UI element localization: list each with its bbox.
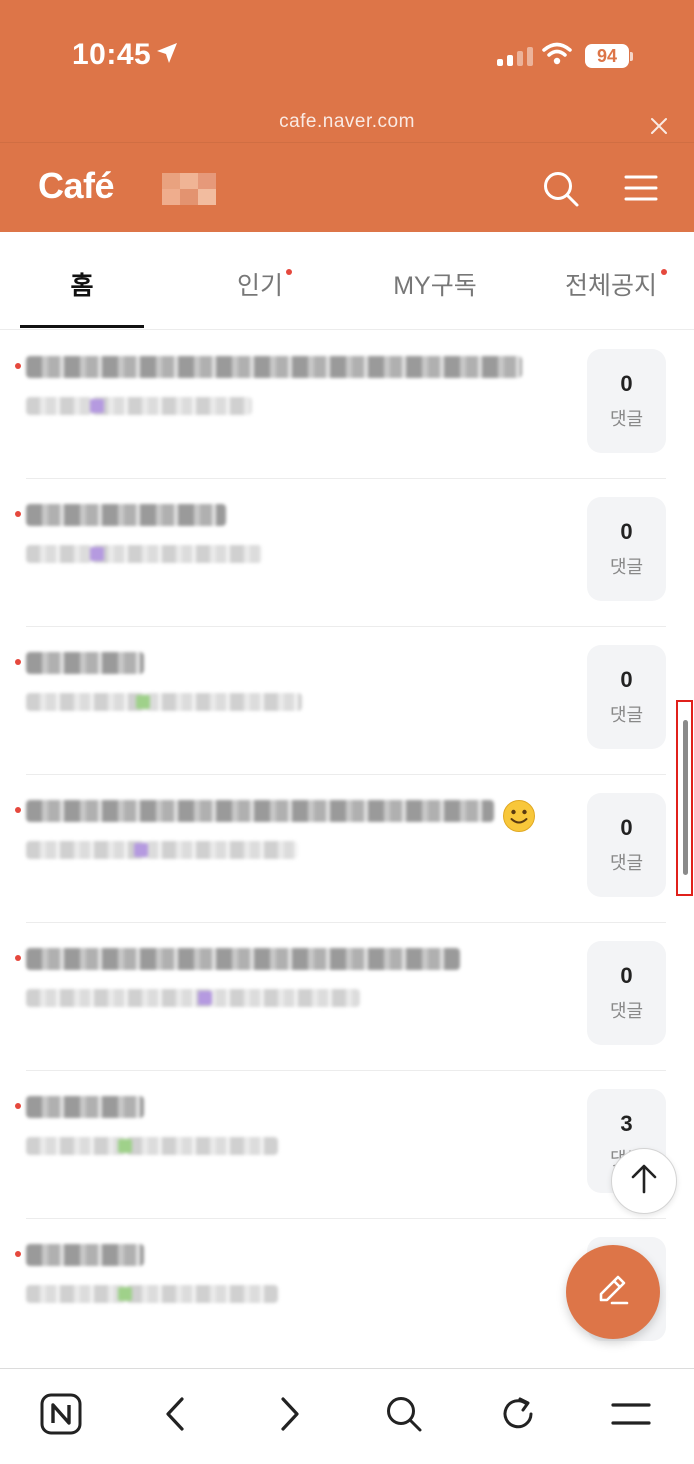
post-meta-blurred — [26, 841, 298, 859]
new-post-dot — [15, 511, 21, 517]
browser-url-bar[interactable]: cafe.naver.com — [0, 104, 694, 142]
signal-icon — [497, 47, 533, 66]
chevron-left-icon[interactable] — [152, 1391, 198, 1437]
tab-popular[interactable]: 인기 — [200, 232, 320, 330]
comment-count-badge[interactable]: 0 댓글 — [587, 645, 666, 749]
battery-tip — [630, 52, 633, 61]
post-title-blurred — [26, 1244, 144, 1266]
smile-icon — [502, 799, 536, 838]
battery-indicator: 94 — [585, 44, 629, 68]
post-title-blurred — [26, 356, 522, 378]
cafe-name-blurred[interactable] — [162, 173, 216, 205]
write-post-button[interactable] — [566, 1245, 660, 1339]
scrollbar-highlight — [676, 700, 693, 896]
tab-all-notices[interactable]: 전체공지 — [556, 232, 667, 330]
new-post-dot — [15, 363, 21, 369]
list-item[interactable]: 3 댓글 — [0, 1071, 694, 1219]
post-title-blurred — [26, 1096, 144, 1118]
hamburger-menu-icon[interactable] — [608, 1391, 654, 1437]
list-item[interactable]: 0 댓글 — [0, 923, 694, 1071]
new-post-dot — [15, 1251, 21, 1257]
refresh-icon[interactable] — [495, 1391, 541, 1437]
list-item[interactable]: 0 댓글 — [0, 775, 694, 923]
new-post-dot — [15, 955, 21, 961]
app-header: Café — [0, 142, 694, 232]
arrow-up-icon — [630, 1164, 658, 1199]
scroll-to-top-button[interactable] — [611, 1148, 677, 1214]
post-feed[interactable]: 0 댓글 0 댓글 0 댓글 0 댓글 0 댓글 3 — [0, 331, 694, 1368]
post-title-blurred — [26, 800, 494, 822]
post-meta-blurred — [26, 397, 252, 415]
new-post-dot — [15, 807, 21, 813]
post-meta-blurred — [26, 545, 262, 563]
tab-my-subscription[interactable]: MY구독 — [370, 232, 500, 330]
new-post-dot — [15, 1103, 21, 1109]
tab-home[interactable]: 홈 — [20, 232, 144, 330]
comment-count-badge[interactable]: 0 댓글 — [587, 349, 666, 453]
post-meta-blurred — [26, 1285, 278, 1303]
pencil-icon — [593, 1270, 633, 1315]
active-tab-indicator — [20, 325, 144, 328]
comment-count-badge[interactable]: 0 댓글 — [587, 793, 666, 897]
wifi-icon — [542, 42, 572, 71]
list-item[interactable]: 0 댓글 — [0, 479, 694, 627]
cafe-logo[interactable]: Café — [38, 165, 115, 207]
post-title-blurred — [26, 504, 226, 526]
url-text: cafe.naver.com — [279, 111, 415, 132]
status-time: 10:45 — [72, 38, 152, 71]
post-title-blurred — [26, 652, 144, 674]
status-bar: 10:45 94 — [0, 0, 694, 104]
naver-n-icon[interactable] — [38, 1391, 84, 1437]
new-indicator-dot — [661, 269, 667, 275]
comment-count-badge[interactable]: 0 댓글 — [587, 497, 666, 601]
post-meta-blurred — [26, 693, 302, 711]
post-title-blurred — [26, 948, 460, 970]
hamburger-menu-icon[interactable] — [624, 174, 658, 207]
search-icon[interactable] — [542, 170, 580, 213]
comment-count-badge[interactable]: 0 댓글 — [587, 941, 666, 1045]
list-item[interactable]: 0 댓글 — [0, 627, 694, 775]
new-post-dot — [15, 659, 21, 665]
list-item[interactable]: 0 댓글 — [0, 331, 694, 479]
browser-toolbar — [0, 1368, 694, 1464]
post-meta-blurred — [26, 989, 360, 1007]
post-meta-blurred — [26, 1137, 278, 1155]
search-icon[interactable] — [381, 1391, 427, 1437]
chevron-right-icon[interactable] — [267, 1391, 313, 1437]
location-arrow-icon — [156, 42, 178, 69]
tab-bar: 홈 인기 MY구독 전체공지 — [0, 232, 694, 330]
new-indicator-dot — [286, 269, 292, 275]
